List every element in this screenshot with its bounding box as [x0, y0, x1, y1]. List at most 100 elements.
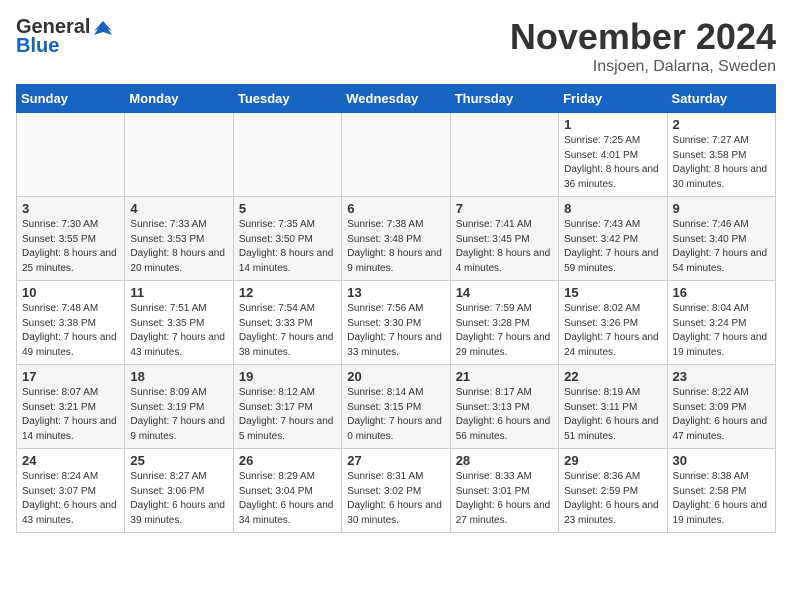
day-info: Sunrise: 8:27 AM Sunset: 3:06 PM Dayligh… [130, 470, 227, 528]
calendar-day-cell: 12 Sunrise: 7:54 AM Sunset: 3:33 PM Dayli… [233, 281, 341, 365]
day-number: 15 [564, 285, 661, 300]
day-number: 7 [456, 201, 553, 216]
day-info: Sunrise: 7:54 AM Sunset: 3:33 PM Dayligh… [239, 302, 336, 360]
calendar-header-monday: Monday [125, 85, 233, 113]
day-info: Sunrise: 8:36 AM Sunset: 2:59 PM Dayligh… [564, 470, 661, 528]
day-number: 28 [456, 453, 553, 468]
day-info: Sunrise: 7:38 AM Sunset: 3:48 PM Dayligh… [347, 218, 444, 276]
day-info: Sunrise: 8:07 AM Sunset: 3:21 PM Dayligh… [22, 386, 119, 444]
day-number: 10 [22, 285, 119, 300]
day-info: Sunrise: 7:56 AM Sunset: 3:30 PM Dayligh… [347, 302, 444, 360]
calendar-day-cell: 22 Sunrise: 8:19 AM Sunset: 3:11 PM Dayli… [559, 365, 667, 449]
day-number: 11 [130, 285, 227, 300]
day-number: 2 [673, 117, 770, 132]
calendar-day-cell: 26 Sunrise: 8:29 AM Sunset: 3:04 PM Dayli… [233, 449, 341, 533]
day-info: Sunrise: 8:31 AM Sunset: 3:02 PM Dayligh… [347, 470, 444, 528]
calendar-header-saturday: Saturday [667, 85, 775, 113]
day-number: 6 [347, 201, 444, 216]
day-info: Sunrise: 7:48 AM Sunset: 3:38 PM Dayligh… [22, 302, 119, 360]
calendar-day-cell [125, 113, 233, 197]
day-number: 26 [239, 453, 336, 468]
calendar-day-cell: 23 Sunrise: 8:22 AM Sunset: 3:09 PM Dayli… [667, 365, 775, 449]
day-info: Sunrise: 7:30 AM Sunset: 3:55 PM Dayligh… [22, 218, 119, 276]
day-info: Sunrise: 7:41 AM Sunset: 3:45 PM Dayligh… [456, 218, 553, 276]
header: General Blue November 2024 Insjoen, Dala… [16, 16, 776, 76]
day-info: Sunrise: 8:02 AM Sunset: 3:26 PM Dayligh… [564, 302, 661, 360]
calendar-day-cell: 18Sunrise: 8:09 AM Sunset: 3:19 PM Dayli… [125, 365, 233, 449]
day-number: 23 [673, 369, 770, 384]
calendar-day-cell: 6 Sunrise: 7:38 AM Sunset: 3:48 PM Daylig… [342, 197, 450, 281]
calendar-table: SundayMondayTuesdayWednesdayThursdayFrid… [16, 84, 776, 533]
day-info: Sunrise: 8:24 AM Sunset: 3:07 PM Dayligh… [22, 470, 119, 528]
day-info: Sunrise: 7:46 AM Sunset: 3:40 PM Dayligh… [673, 218, 770, 276]
day-info: Sunrise: 8:14 AM Sunset: 3:15 PM Dayligh… [347, 386, 444, 444]
calendar-subtitle: Insjoen, Dalarna, Sweden [510, 58, 776, 76]
day-info: Sunrise: 8:22 AM Sunset: 3:09 PM Dayligh… [673, 386, 770, 444]
calendar-day-cell: 5 Sunrise: 7:35 AM Sunset: 3:50 PM Daylig… [233, 197, 341, 281]
calendar-header-thursday: Thursday [450, 85, 558, 113]
calendar-day-cell: 13 Sunrise: 7:56 AM Sunset: 3:30 PM Dayli… [342, 281, 450, 365]
calendar-day-cell: 15 Sunrise: 8:02 AM Sunset: 3:26 PM Dayli… [559, 281, 667, 365]
calendar-week-row: 1 Sunrise: 7:25 AM Sunset: 4:01 PM Daylig… [17, 113, 776, 197]
calendar-header-friday: Friday [559, 85, 667, 113]
logo: General Blue [16, 16, 114, 58]
day-info: Sunrise: 8:19 AM Sunset: 3:11 PM Dayligh… [564, 386, 661, 444]
day-number: 8 [564, 201, 661, 216]
calendar-day-cell [233, 113, 341, 197]
day-number: 1 [564, 117, 661, 132]
logo-bird-icon [92, 17, 114, 39]
day-info: Sunrise: 7:59 AM Sunset: 3:28 PM Dayligh… [456, 302, 553, 360]
calendar-day-cell [17, 113, 125, 197]
day-number: 13 [347, 285, 444, 300]
day-info: Sunrise: 8:17 AM Sunset: 3:13 PM Dayligh… [456, 386, 553, 444]
day-info: Sunrise: 8:04 AM Sunset: 3:24 PM Dayligh… [673, 302, 770, 360]
calendar-day-cell: 19Sunrise: 8:12 AM Sunset: 3:17 PM Dayli… [233, 365, 341, 449]
calendar-day-cell: 2 Sunrise: 7:27 AM Sunset: 3:58 PM Daylig… [667, 113, 775, 197]
day-info: Sunrise: 8:38 AM Sunset: 2:58 PM Dayligh… [673, 470, 770, 528]
calendar-title: November 2024 [510, 16, 776, 58]
calendar-week-row: 3 Sunrise: 7:30 AM Sunset: 3:55 PM Daylig… [17, 197, 776, 281]
day-number: 3 [22, 201, 119, 216]
day-info: Sunrise: 7:35 AM Sunset: 3:50 PM Dayligh… [239, 218, 336, 276]
day-number: 25 [130, 453, 227, 468]
day-number: 20 [347, 369, 444, 384]
day-number: 29 [564, 453, 661, 468]
day-info: Sunrise: 7:43 AM Sunset: 3:42 PM Dayligh… [564, 218, 661, 276]
day-info: Sunrise: 7:27 AM Sunset: 3:58 PM Dayligh… [673, 134, 770, 192]
calendar-day-cell: 17Sunrise: 8:07 AM Sunset: 3:21 PM Dayli… [17, 365, 125, 449]
calendar-day-cell: 7 Sunrise: 7:41 AM Sunset: 3:45 PM Daylig… [450, 197, 558, 281]
day-number: 27 [347, 453, 444, 468]
calendar-day-cell: 24 Sunrise: 8:24 AM Sunset: 3:07 PM Dayli… [17, 449, 125, 533]
day-number: 14 [456, 285, 553, 300]
day-info: Sunrise: 8:29 AM Sunset: 3:04 PM Dayligh… [239, 470, 336, 528]
day-info: Sunrise: 8:12 AM Sunset: 3:17 PM Dayligh… [239, 386, 336, 444]
day-info: Sunrise: 7:33 AM Sunset: 3:53 PM Dayligh… [130, 218, 227, 276]
calendar-day-cell: 29 Sunrise: 8:36 AM Sunset: 2:59 PM Dayli… [559, 449, 667, 533]
calendar-day-cell: 25 Sunrise: 8:27 AM Sunset: 3:06 PM Dayli… [125, 449, 233, 533]
day-number: 18 [130, 369, 227, 384]
calendar-day-cell: 11 Sunrise: 7:51 AM Sunset: 3:35 PM Dayli… [125, 281, 233, 365]
day-number: 16 [673, 285, 770, 300]
calendar-header-wednesday: Wednesday [342, 85, 450, 113]
calendar-day-cell: 20 Sunrise: 8:14 AM Sunset: 3:15 PM Dayli… [342, 365, 450, 449]
calendar-week-row: 24 Sunrise: 8:24 AM Sunset: 3:07 PM Dayli… [17, 449, 776, 533]
day-info: Sunrise: 7:25 AM Sunset: 4:01 PM Dayligh… [564, 134, 661, 192]
day-number: 9 [673, 201, 770, 216]
calendar-day-cell: 27 Sunrise: 8:31 AM Sunset: 3:02 PM Dayli… [342, 449, 450, 533]
calendar-day-cell: 14 Sunrise: 7:59 AM Sunset: 3:28 PM Dayli… [450, 281, 558, 365]
day-number: 5 [239, 201, 336, 216]
calendar-day-cell: 30 Sunrise: 8:38 AM Sunset: 2:58 PM Dayli… [667, 449, 775, 533]
calendar-day-cell: 28Sunrise: 8:33 AM Sunset: 3:01 PM Dayli… [450, 449, 558, 533]
day-number: 30 [673, 453, 770, 468]
day-number: 24 [22, 453, 119, 468]
day-info: Sunrise: 7:51 AM Sunset: 3:35 PM Dayligh… [130, 302, 227, 360]
calendar-day-cell [450, 113, 558, 197]
calendar-week-row: 17Sunrise: 8:07 AM Sunset: 3:21 PM Dayli… [17, 365, 776, 449]
calendar-header-tuesday: Tuesday [233, 85, 341, 113]
day-number: 12 [239, 285, 336, 300]
calendar-day-cell: 3 Sunrise: 7:30 AM Sunset: 3:55 PM Daylig… [17, 197, 125, 281]
calendar-day-cell: 8 Sunrise: 7:43 AM Sunset: 3:42 PM Daylig… [559, 197, 667, 281]
calendar-day-cell: 4 Sunrise: 7:33 AM Sunset: 3:53 PM Daylig… [125, 197, 233, 281]
day-number: 4 [130, 201, 227, 216]
day-number: 22 [564, 369, 661, 384]
